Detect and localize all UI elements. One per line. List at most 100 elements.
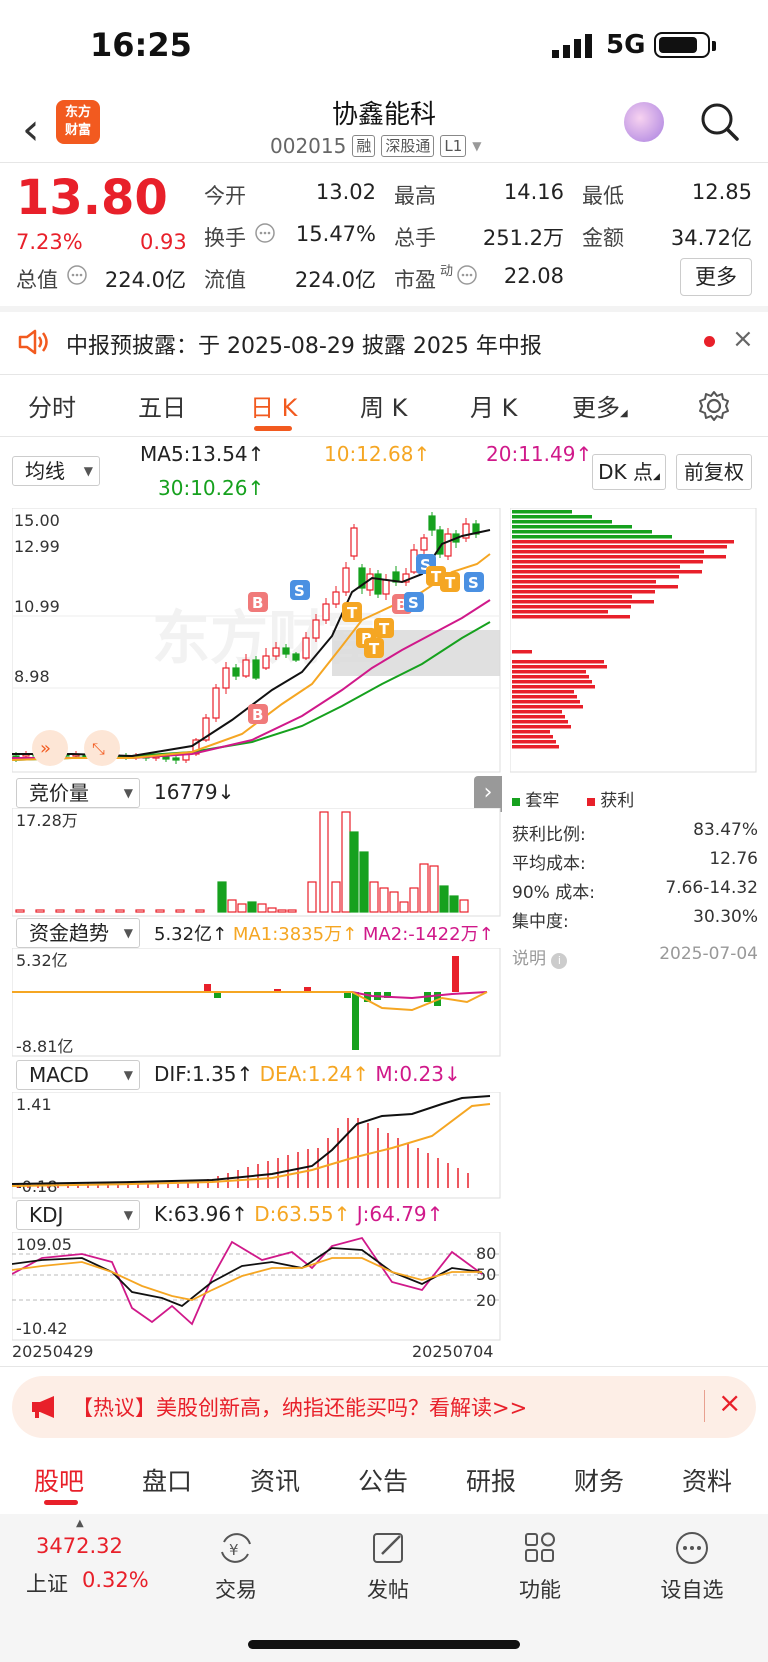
candle-body [262,655,270,669]
up-arrow: ↑ [231,1202,248,1226]
stat-row: 90% 成本: 7.66-14.32 [512,878,758,907]
nav-add-watchlist[interactable]: 设自选 [642,1528,742,1604]
tab-monthly-k[interactable]: 月 K [470,388,517,423]
up-arrow: ↑ [575,442,593,466]
search-icon[interactable] [700,102,740,142]
settings-icon[interactable] [698,390,730,422]
unread-dot [704,336,715,347]
info-icon[interactable] [254,222,276,244]
label-pe: 市盈 [394,268,436,292]
index-name: 上证 [26,1572,68,1596]
fund-select[interactable]: 资金趋势 ▼ [16,918,140,948]
info-icon: i [551,953,568,969]
chip-bar [512,545,727,549]
tag-margin: 融 [352,135,376,157]
label-low: 最低 [582,184,624,208]
up-arrow: ↑ [333,1202,351,1226]
close-icon[interactable]: × [732,324,754,354]
nav-trade[interactable]: ¥ 交易 [186,1528,286,1604]
close-icon[interactable]: × [718,1386,741,1419]
tab-orderbook[interactable]: 盘口 [142,1462,192,1498]
notice-bar[interactable]: 中报预披露：于 2025-08-29 披露 2025 年中报 × [0,310,768,374]
more-button[interactable]: 更多 [680,258,752,296]
value-volume: 251.2万 [482,226,564,250]
chip-note[interactable]: 说明 i [512,944,568,969]
ma-select[interactable]: 均线 ▼ [12,456,100,486]
tab-profile[interactable]: 资料 [682,1462,732,1498]
nav-post[interactable]: 发帖 [338,1528,438,1604]
volume-bar [419,863,429,913]
fund-bar [352,992,359,1050]
chip-bar [512,670,586,674]
adjust-button[interactable]: 前复权 [676,454,752,490]
chip-bar [512,610,608,614]
tag-level: L1 [440,135,467,157]
tab-intraday[interactable]: 分时 [28,388,76,423]
chip-bar [512,535,672,539]
index-pct: 0.32% [82,1568,149,1592]
zoom-icon: ⤡ [92,739,105,758]
kdj-j: J:64.79 [356,1202,427,1226]
candle-body [272,647,280,657]
hot-topic-banner[interactable]: 【热议】美股创新高，纳指还能买吗？看解读>> × [12,1376,756,1438]
candle-body [162,756,170,760]
tab-financials[interactable]: 财务 [574,1462,624,1498]
value-float-value: 224.0亿 [294,268,376,292]
expand-panel-icon[interactable]: › [474,776,502,812]
kline-chart[interactable]: 东方财富 15.00 12.99 10.99 8.98 B B S T B T … [12,508,502,774]
chip-bar [512,615,630,619]
ma5-text: MA5:13.54 [140,442,248,466]
candle-body [342,567,350,593]
tab-announcements[interactable]: 公告 [358,1462,408,1498]
tab-weekly-k[interactable]: 周 K [360,388,407,423]
volume-bar [459,899,469,913]
tab-more[interactable]: 更多◢ [572,388,628,423]
level-label: 50 [476,1265,496,1284]
value-open: 13.02 [315,180,376,204]
caret-icon: ◢ [620,408,628,419]
macd-select[interactable]: MACD ▼ [16,1060,140,1090]
tab-forum[interactable]: 股吧 [34,1462,84,1498]
nav-functions[interactable]: 功能 [490,1528,590,1604]
svg-text:B: B [252,594,263,612]
axis-label: 10.99 [14,597,60,616]
chip-bar [512,705,583,709]
up-arrow: ↑ [426,1202,444,1226]
value-amount: 34.72亿 [670,226,752,250]
info-icon[interactable] [456,264,478,286]
volume-bar [399,901,409,913]
dk-point-button[interactable]: DK 点◢ [592,454,666,490]
pe-dynamic-mark: 动 [440,264,454,279]
tab-news[interactable]: 资讯 [250,1462,300,1498]
chip-bar [512,575,679,579]
stock-subline[interactable]: 002015 融 深股通 L1 ▼ [270,134,482,158]
candle-body [322,603,330,621]
auction-select[interactable]: 竞价量 ▼ [16,778,140,808]
candle-body [212,687,220,719]
chip-bar [512,585,678,589]
value-turnover: 15.47% [295,222,376,246]
kdj-d: D:63.55 [254,1202,334,1226]
chip-bar [512,735,553,739]
assistant-avatar[interactable] [624,102,664,142]
stat-label: 90% 成本: [512,883,595,903]
axis-label: 17.28万 [16,811,78,830]
profit-swatch [586,798,595,806]
tab-research[interactable]: 研报 [466,1462,516,1498]
stat-row: 集中度: 30.30% [512,907,758,936]
tab-daily-k[interactable]: 日 K [250,388,297,423]
expand-up-icon[interactable]: ▲ [76,1518,84,1529]
chip-distribution-chart [510,508,757,773]
volume-bar [115,909,125,913]
home-indicator [248,1640,520,1649]
volume-bar [15,909,25,913]
up-arrow: ↑ [247,476,265,500]
chip-bar [512,540,734,544]
caret-icon: ◢ [652,472,660,482]
tab-five-day[interactable]: 五日 [138,388,186,423]
caret-icon: ▼ [123,926,133,940]
svg-text:T: T [347,604,358,622]
kdj-select[interactable]: KDJ ▼ [16,1200,140,1230]
info-icon[interactable] [66,264,88,286]
chip-bar [512,595,632,599]
